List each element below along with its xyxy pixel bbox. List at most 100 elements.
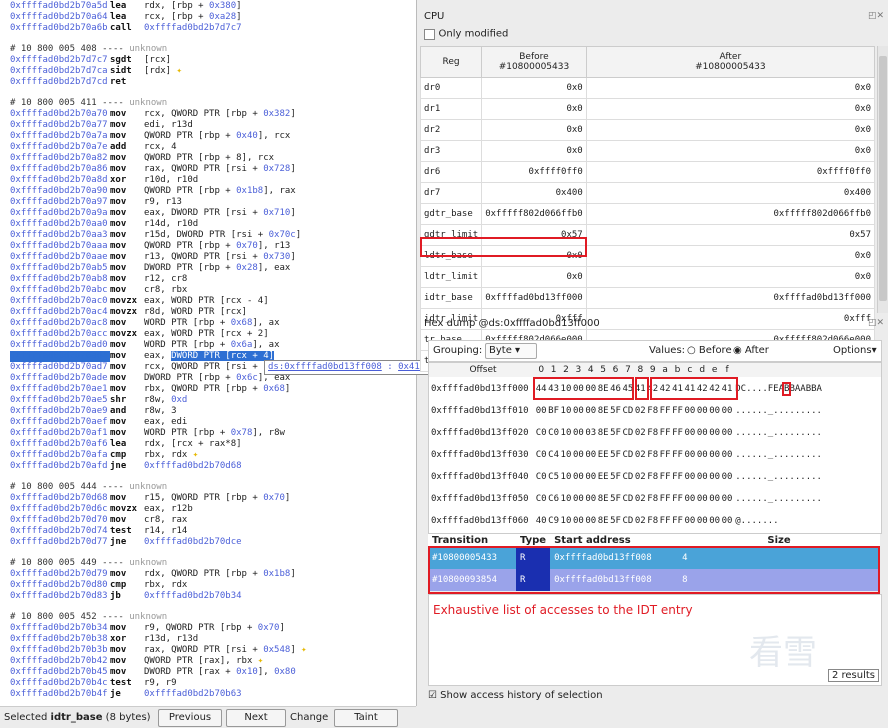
hex-byte[interactable]: FF	[671, 511, 683, 532]
hex-byte[interactable]: 00	[684, 445, 696, 466]
hex-byte[interactable]: CD	[622, 467, 634, 488]
instruction-line[interactable]: 0xffffad0bd2b70a9a mov eax, DWORD PTR [rsi…	[10, 208, 296, 219]
hex-byte[interactable]: BF	[547, 401, 559, 422]
pane-controls-icon[interactable]: ◰✕	[868, 11, 884, 21]
hex-byte[interactable]: 00	[721, 467, 733, 488]
instruction-line[interactable]: 0xffffad0bd2b70aa0 mov r14d, r10d	[10, 219, 198, 230]
instruction-address[interactable]: 0xffffad0bd2b70d83	[10, 591, 110, 602]
hex-byte[interactable]: EE	[597, 467, 609, 488]
instruction-line[interactable]: 0xffffad0bd2b70b45 mov DWORD PTR [rax + 0x…	[10, 667, 296, 678]
instruction-line[interactable]: 0xffffad0bd2b70a64 lea rcx, [rbp + 0xa28]	[10, 12, 242, 23]
instruction-number[interactable]: 0xffffad0bd2b70b34	[144, 591, 242, 601]
instruction-line[interactable]: 0xffffad0bd2b70acc movzx eax, WORD PTR [rc…	[10, 329, 269, 340]
instruction-line[interactable]: 0xffffad0bd2b70ac8 mov WORD PTR [rbp + 0x6…	[10, 318, 279, 329]
register-row[interactable]: dr6 0xffff0ff0 0xffff0ff0	[419, 161, 876, 183]
register-reg[interactable]: gdtr_base	[419, 203, 483, 225]
instruction-line[interactable]: 0xffffad0bd2b70afd jne 0xffffad0bd2b70d68	[10, 461, 242, 472]
instruction-line[interactable]: 0xffffad0bd2b70abc mov cr8, rbx	[10, 285, 187, 296]
hex-byte[interactable]: CD	[622, 423, 634, 444]
instruction-address[interactable]: 0xffffad0bd2b70afa	[10, 450, 110, 461]
register-after[interactable]: 0x0	[585, 98, 876, 120]
instruction-line[interactable]: 0xffffad0bd2b70aaa mov QWORD PTR [rbp + 0x…	[10, 241, 290, 252]
instruction-line[interactable]: 0xffffad0bd2b70ad4 mov eax, DWORD PTR [rcx…	[10, 351, 275, 362]
after-radio[interactable]: ◉ After	[733, 345, 769, 356]
instruction-address[interactable]: 0xffffad0bd2b70a90	[10, 186, 110, 197]
hex-byte[interactable]: 00	[696, 423, 708, 444]
instruction-address[interactable]: 0xffffad0bd2b70aa3	[10, 230, 110, 241]
instruction-line[interactable]: 0xffffad0bd2b70ad0 mov WORD PTR [rbp + 0x6…	[10, 340, 279, 351]
hex-byte[interactable]: C5	[547, 467, 559, 488]
register-reg[interactable]: ldtr_limit	[419, 266, 483, 288]
register-after[interactable]: 0x400	[585, 182, 876, 204]
register-before[interactable]: 0xffff0ff0	[481, 161, 587, 183]
register-row[interactable]: dr2 0x0 0x0	[419, 119, 876, 141]
instruction-address[interactable]: 0xffffad0bd2b70d80	[10, 580, 110, 591]
register-row[interactable]: dr3 0x0 0x0	[419, 140, 876, 162]
hex-pane-controls-icon[interactable]: ◰✕	[868, 318, 884, 328]
register-after[interactable]: 0x0	[585, 245, 876, 267]
hex-row[interactable]: 0xffffad0bd13ff060 40 C9 10 00 00 8E 5F CD 02 F8 FF…	[429, 511, 779, 532]
instruction-line[interactable]: 0xffffad0bd2b70af6 lea rdx, [rcx + rax*8]	[10, 439, 242, 450]
instruction-address[interactable]: 0xffffad0bd2b70d79	[10, 569, 110, 580]
register-before[interactable]: 0x400	[481, 182, 587, 204]
before-radio[interactable]: ○ Before	[687, 345, 732, 356]
hex-byte[interactable]: 5F	[609, 489, 621, 510]
hex-byte[interactable]: 00	[708, 511, 720, 532]
instruction-address[interactable]: 0xffffad0bd2b70d77	[10, 537, 110, 548]
instruction-line[interactable]: 0xffffad0bd2b70d80 cmp rbx, rdx	[10, 580, 187, 591]
instruction-line[interactable]: 0xffffad0bd2b7d7ca sidt [rdx] ✦	[10, 66, 182, 77]
instruction-line[interactable]: 0xffffad0bd2b70d83 jb 0xffffad0bd2b70b34	[10, 591, 242, 602]
instruction-line[interactable]: 0xffffad0bd2b70afa cmp rbx, rdx ✦	[10, 450, 198, 461]
hex-byte[interactable]: 00	[708, 445, 720, 466]
instruction-address[interactable]: 0xffffad0bd2b70b45	[10, 667, 110, 678]
hex-byte[interactable]: 00	[696, 467, 708, 488]
only-modified-checkbox[interactable]: Only modified	[424, 27, 508, 40]
block-header[interactable]: # 10 800 005 452 ---- unknown	[10, 612, 167, 623]
hex-grid[interactable]: Offset 0 1 2 3 4 5 6 7 8 9 a b c d e f 0xffffad0bd13ff000…	[428, 362, 882, 534]
instruction-line[interactable]: 0xffffad0bd2b70d68 mov r15, QWORD PTR [rbp…	[10, 493, 290, 504]
register-before[interactable]: 0x0	[481, 98, 587, 120]
col-reg[interactable]: Reg	[419, 46, 483, 78]
instruction-line[interactable]: 0xffffad0bd2b70a90 mov QWORD PTR [rbp + 0x…	[10, 186, 296, 197]
instruction-line[interactable]: 0xffffad0bd2b70b4c test r9, r9	[10, 678, 177, 689]
hex-byte[interactable]: C0	[547, 423, 559, 444]
instruction-line[interactable]: 0xffffad0bd2b70aa3 mov r15d, DWORD PTR [rs…	[10, 230, 301, 241]
instruction-address[interactable]: 0xffffad0bd2b70b3b	[10, 645, 110, 656]
hex-byte[interactable]: FF	[671, 423, 683, 444]
instruction-address[interactable]: 0xffffad0bd2b70abc	[10, 285, 110, 296]
instruction-address[interactable]: 0xffffad0bd2b70b42	[10, 656, 110, 667]
instruction-address[interactable]: 0xffffad0bd2b70ade	[10, 373, 110, 384]
show-history-checkbox[interactable]: ☑ Show access history of selection	[428, 690, 603, 701]
hex-byte[interactable]: CD	[622, 511, 634, 532]
hex-byte[interactable]: 02	[634, 423, 646, 444]
hex-byte[interactable]: 8E	[597, 489, 609, 510]
instruction-address[interactable]: 0xffffad0bd2b70aa0	[10, 219, 110, 230]
instruction-address[interactable]: 0xffffad0bd2b7d7ca	[10, 66, 110, 77]
instruction-line[interactable]: 0xffffad0bd2b70ab5 mov DWORD PTR [rbp + 0x…	[10, 263, 290, 274]
instruction-line[interactable]: 0xffffad0bd2b70a82 mov QWORD PTR [rbp + 8]…	[10, 153, 274, 164]
instruction-address[interactable]: 0xffffad0bd2b70b34	[10, 623, 110, 634]
instruction-line[interactable]: 0xffffad0bd2b70aae mov r13, QWORD PTR [rsi…	[10, 252, 296, 263]
hex-byte[interactable]: 8E	[597, 423, 609, 444]
instruction-address[interactable]: 0xffffad0bd2b70ac4	[10, 307, 110, 318]
register-reg[interactable]: dr0	[419, 77, 483, 99]
register-row[interactable]: dr0 0x0 0x0	[419, 77, 876, 99]
register-reg[interactable]: dr3	[419, 140, 483, 162]
hex-byte[interactable]: 00	[585, 511, 597, 532]
taint-button[interactable]: Taint	[334, 709, 398, 727]
hex-byte[interactable]: F8	[647, 445, 659, 466]
hex-byte[interactable]: CD	[622, 401, 634, 422]
hex-byte[interactable]: 00	[572, 489, 584, 510]
block-header[interactable]: # 10 800 005 444 ---- unknown	[10, 482, 167, 493]
instruction-address[interactable]: 0xffffad0bd2b70afd	[10, 461, 110, 472]
hex-byte[interactable]: 00	[572, 511, 584, 532]
instruction-line[interactable]: 0xffffad0bd2b70d74 test r14, r14	[10, 526, 187, 537]
instruction-line[interactable]: 0xffffad0bd2b70b4f je 0xffffad0bd2b70b63	[10, 689, 242, 700]
hex-row[interactable]: 0xffffad0bd13ff020 C0 C0 10 00 03 8E 5F CD 02 F8 FF…	[429, 423, 822, 444]
instruction-address[interactable]: 0xffffad0bd2b70ac0	[10, 296, 110, 307]
register-reg[interactable]: dr1	[419, 98, 483, 120]
hex-byte[interactable]: 00	[721, 401, 733, 422]
register-after[interactable]: 0xffff0ff0	[585, 161, 876, 183]
hex-byte[interactable]: F8	[647, 467, 659, 488]
instruction-line[interactable]: 0xffffad0bd2b70ae5 shr r8w, 0xd	[10, 395, 187, 406]
